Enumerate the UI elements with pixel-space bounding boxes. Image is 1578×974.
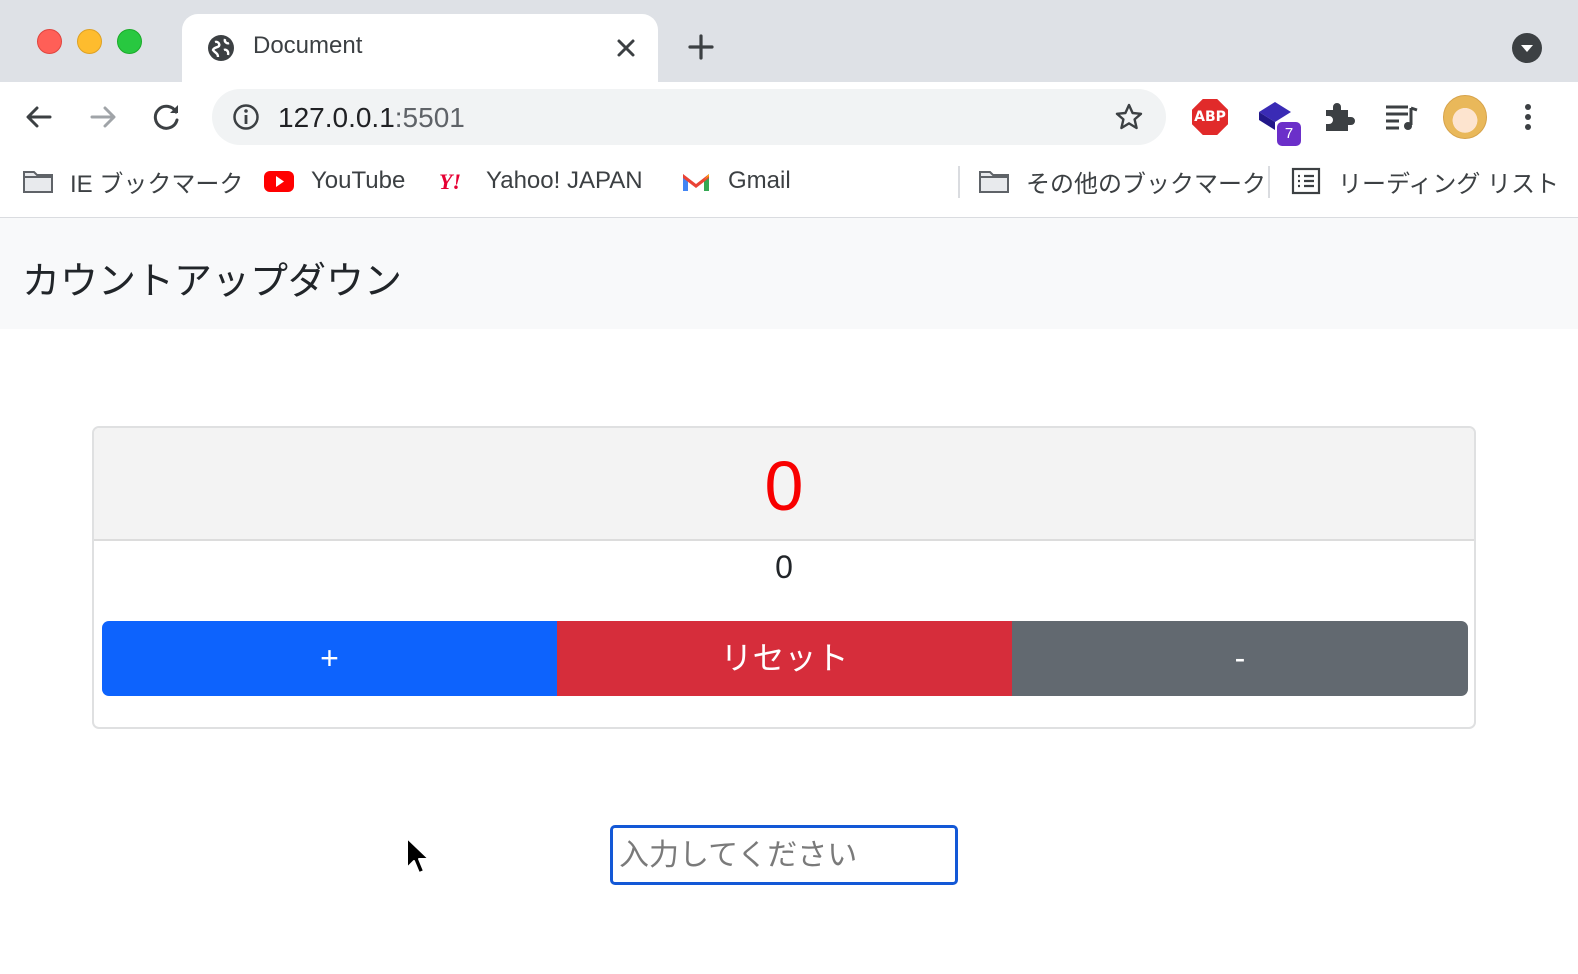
extension-badge: 7 <box>1277 122 1301 146</box>
youtube-icon <box>264 171 294 192</box>
chevron-down-icon <box>1521 45 1533 52</box>
zoom-window-button[interactable] <box>117 29 142 54</box>
close-window-button[interactable] <box>37 29 62 54</box>
browser-toolbar: 127.0.0.1:5501 ABP <box>0 82 1578 152</box>
reading-list[interactable]: リーディング リスト <box>1290 166 1559 198</box>
page-navbar: カウントアップダウン <box>0 218 1578 329</box>
svg-text:Y!: Y! <box>439 169 461 194</box>
folder-icon <box>979 171 1009 193</box>
more-menu-icon[interactable] <box>1512 100 1544 134</box>
count-value: 0 <box>775 549 793 585</box>
bookmark-gmail[interactable]: Gmail <box>680 166 791 196</box>
profile-avatar[interactable] <box>1443 95 1487 139</box>
bookmark-separator <box>958 166 960 198</box>
reset-button[interactable]: リセット <box>557 621 1012 696</box>
page-title[interactable]: カウントアップダウン <box>22 250 402 305</box>
media-queue-icon[interactable] <box>1382 98 1420 136</box>
reading-list-icon <box>1291 167 1321 195</box>
back-arrow-icon[interactable] <box>22 100 56 134</box>
new-tab-icon[interactable] <box>686 32 716 62</box>
tab-strip: Document <box>0 0 1578 82</box>
mouse-cursor-icon <box>406 837 430 874</box>
info-icon[interactable] <box>232 103 260 131</box>
tab-title: Document <box>253 32 363 59</box>
extensions-puzzle-icon[interactable] <box>1320 98 1358 136</box>
bookmark-youtube[interactable]: YouTube <box>263 166 405 196</box>
bookmark-ie[interactable]: IE ブックマーク <box>22 166 243 198</box>
reload-icon[interactable] <box>150 100 184 134</box>
url-text: 127.0.0.1:5501 <box>278 102 465 133</box>
yahoo-icon: Y! <box>439 169 461 194</box>
bookmark-other[interactable]: その他のブックマーク <box>978 166 1266 198</box>
forward-arrow-icon[interactable] <box>86 100 120 134</box>
bookmark-star-icon[interactable] <box>1114 102 1144 132</box>
counter-card: 0 0 + リセット - <box>92 426 1476 729</box>
tab-search-button[interactable] <box>1512 33 1542 63</box>
increment-button[interactable]: + <box>102 621 557 696</box>
gmail-icon <box>683 174 709 191</box>
address-bar[interactable]: 127.0.0.1:5501 <box>212 89 1166 145</box>
bookmark-yahoo[interactable]: Y! Yahoo! JAPAN <box>438 166 643 196</box>
card-header: 0 <box>94 428 1474 541</box>
decrement-button[interactable]: - <box>1012 621 1468 696</box>
adblock-plus-icon[interactable]: ABP <box>1192 99 1228 135</box>
count-display: 0 <box>764 447 804 525</box>
minimize-window-button[interactable] <box>77 29 102 54</box>
tab-document[interactable]: Document <box>182 14 658 82</box>
text-input[interactable] <box>610 825 958 885</box>
bookmarks-bar: IE ブックマーク YouTube Y! Yahoo! JAPAN Gmail … <box>0 152 1578 218</box>
folder-icon <box>23 171 53 193</box>
bookmark-separator <box>1268 166 1270 198</box>
close-icon[interactable] <box>612 34 640 62</box>
globe-icon <box>208 35 234 61</box>
